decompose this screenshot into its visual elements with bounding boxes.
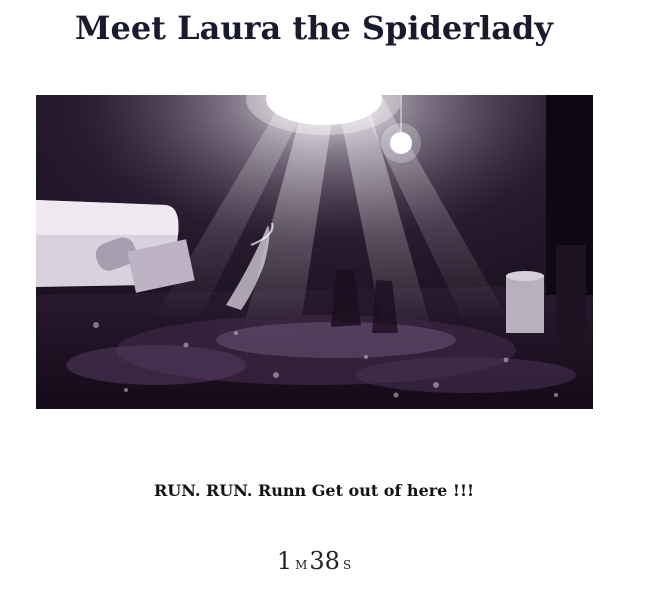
countdown-minutes-unit: m — [295, 554, 308, 574]
countdown-minutes: 1 — [276, 547, 293, 575]
countdown-seconds-unit: s — [342, 554, 352, 574]
scene-image — [36, 95, 593, 409]
dark-room-scene-icon — [36, 95, 593, 409]
countdown-timer: 1 m38 s — [0, 546, 628, 579]
countdown-seconds: 38 — [309, 547, 340, 575]
page-title: Meet Laura the Spiderlady — [75, 9, 553, 47]
warning-message: RUN. RUN. Runn Get out of here !!! — [153, 481, 474, 500]
